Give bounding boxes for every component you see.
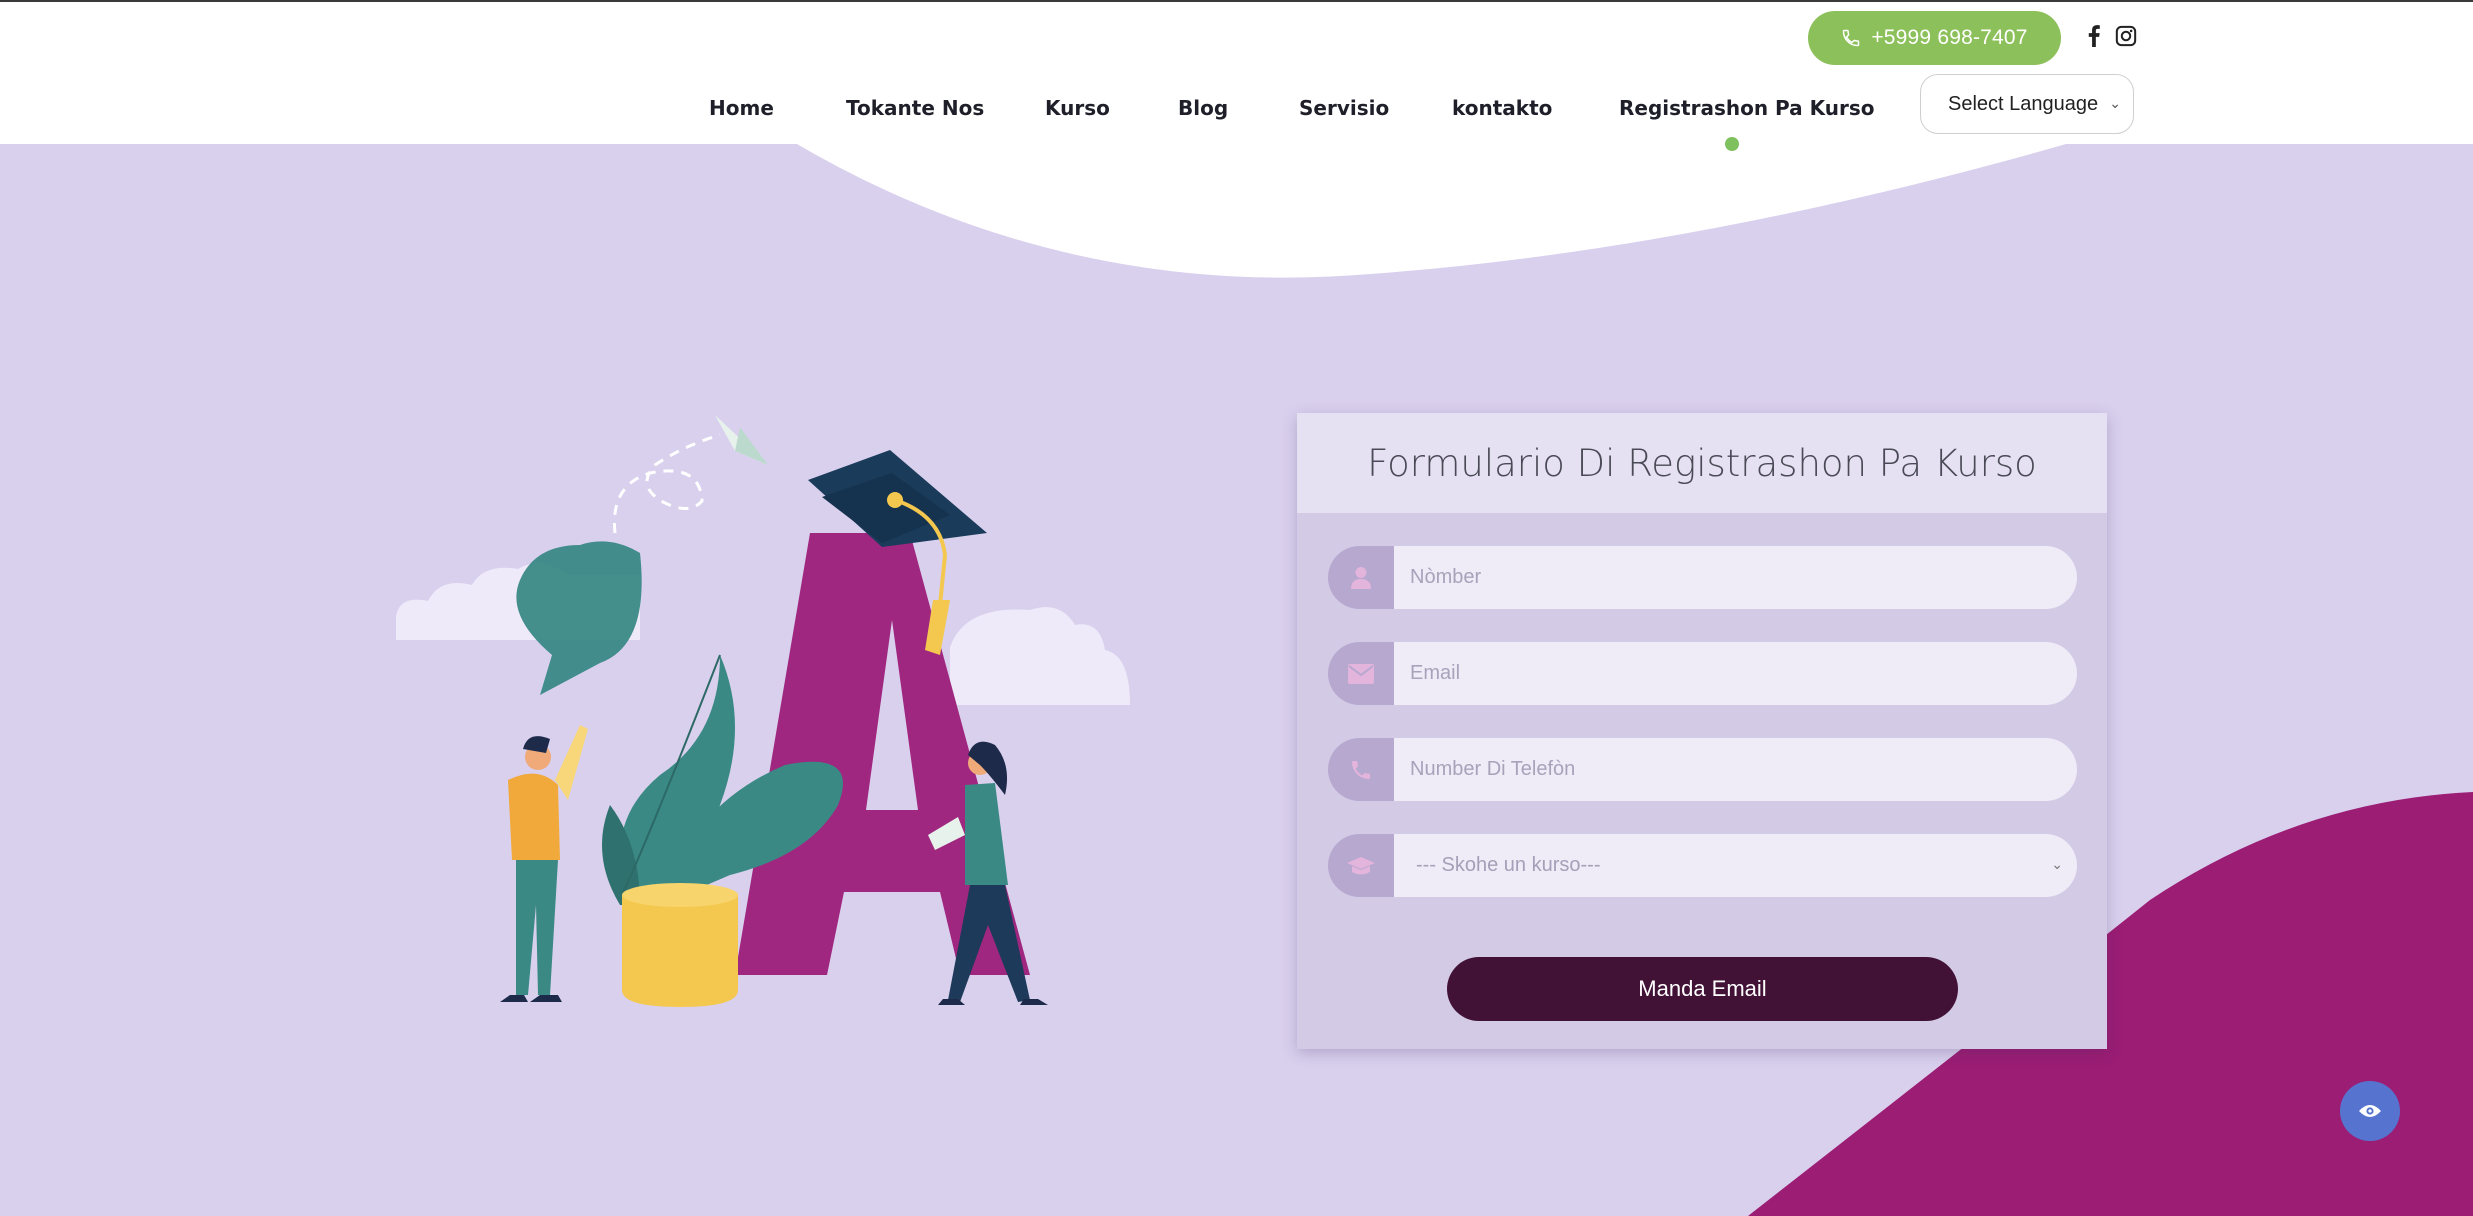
instagram-icon — [2115, 25, 2137, 47]
language-select-label: Select Language — [1948, 92, 2099, 115]
cloud-right — [950, 607, 1130, 705]
chevron-down-icon: ⌄ — [2051, 856, 2063, 872]
eye-icon — [2359, 1105, 2381, 1117]
chevron-down-icon: ⌄ — [2109, 95, 2121, 111]
phone-input[interactable] — [1394, 738, 2077, 801]
nav-registrashon-pa-kurso[interactable]: Registrashon Pa Kurso — [1619, 96, 1875, 126]
user-icon — [1328, 546, 1394, 609]
speech-bubble — [516, 541, 642, 695]
nav-tokante-nos[interactable]: Tokante Nos — [846, 96, 984, 126]
plant-pot — [622, 895, 738, 1007]
accessibility-button[interactable] — [2340, 1081, 2400, 1141]
form-header: Formulario Di Registrashon Pa Kurso — [1297, 413, 2107, 513]
instagram-link[interactable] — [2114, 24, 2138, 48]
email-input[interactable] — [1394, 642, 2077, 705]
nav-kontakto[interactable]: kontakto — [1452, 96, 1552, 126]
envelope-icon — [1328, 642, 1394, 705]
education-illustration — [396, 415, 1130, 1007]
site-header: +5999 698-7407 Home Tokante Nos Kurso Bl… — [0, 2, 2473, 144]
nav-servisio[interactable]: Servisio — [1299, 96, 1389, 126]
phone-icon — [1328, 738, 1394, 801]
course-select[interactable]: --- Skohe un kurso--- ⌄ — [1394, 834, 2077, 897]
nav-kurso[interactable]: Kurso — [1045, 96, 1110, 126]
course-field: --- Skohe un kurso--- ⌄ — [1328, 834, 2077, 897]
phone-number: +5999 698-7407 — [1871, 26, 2028, 49]
form-title: Formulario Di Registrashon Pa Kurso — [1367, 441, 2037, 485]
dashed-trail — [612, 433, 721, 534]
name-input[interactable] — [1394, 546, 2077, 609]
phone-button[interactable]: +5999 698-7407 — [1808, 11, 2061, 65]
nav-blog[interactable]: Blog — [1178, 96, 1228, 126]
active-nav-indicator — [1725, 137, 1739, 151]
graduation-cap-icon — [1328, 834, 1394, 897]
facebook-link[interactable] — [2082, 24, 2106, 48]
course-select-value: --- Skohe un kurso--- — [1416, 854, 1601, 876]
name-field — [1328, 546, 2077, 609]
submit-button[interactable]: Manda Email — [1447, 957, 1958, 1021]
email-field — [1328, 642, 2077, 705]
language-select[interactable]: Select Language ⌄ — [1920, 74, 2134, 134]
facebook-icon — [2088, 25, 2100, 47]
nav-home[interactable]: Home — [709, 96, 774, 126]
registration-form: Formulario Di Registrashon Pa Kurso --- … — [1297, 413, 2107, 1049]
phone-field — [1328, 738, 2077, 801]
phone-icon — [1843, 29, 1860, 47]
